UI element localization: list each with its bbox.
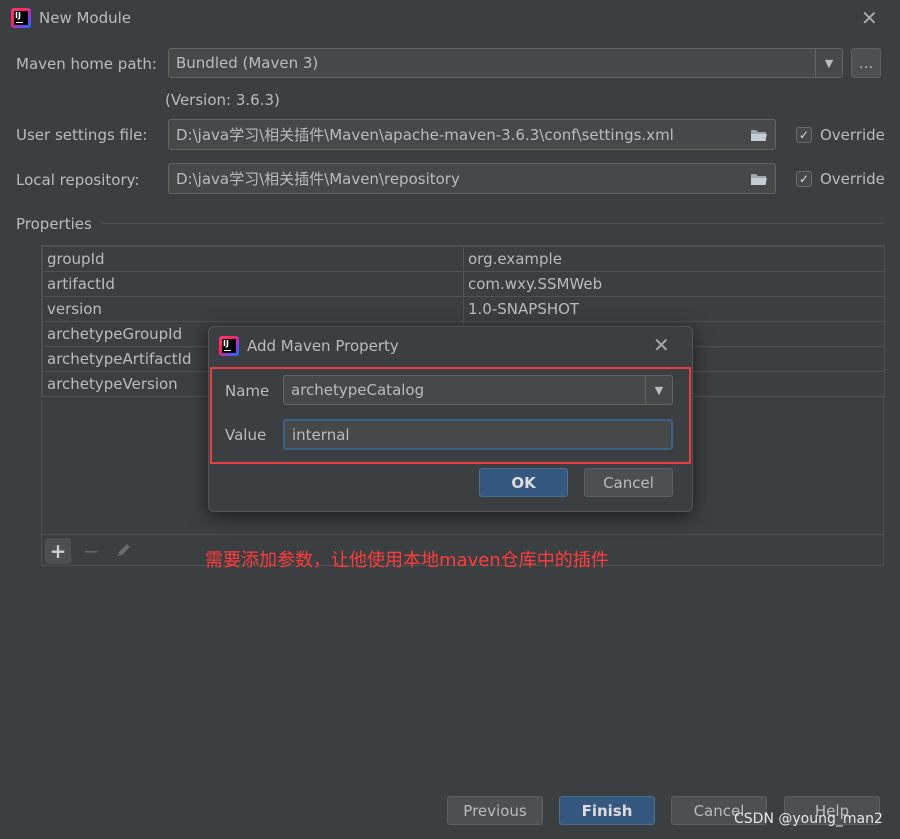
dialog-close-icon[interactable]: ✕ (653, 335, 670, 355)
user-settings-override-checkbox[interactable]: ✓ (796, 127, 812, 143)
folder-icon[interactable] (750, 128, 768, 142)
property-name-value: archetypeCatalog (291, 381, 425, 399)
table-row[interactable]: artifactId com.wxy.SSMWeb (42, 271, 885, 297)
local-repo-override-label: Override (820, 170, 885, 188)
intellij-logo-icon: IJ (219, 336, 239, 356)
local-repo-field[interactable]: D:\java学习\相关插件\Maven\repository (168, 163, 776, 194)
remove-property-button[interactable]: − (83, 541, 100, 561)
table-row[interactable]: version 1.0-SNAPSHOT (42, 296, 885, 322)
maven-home-path-combo[interactable]: Bundled (Maven 3) ▼ (168, 48, 843, 78)
ok-button[interactable]: OK (479, 468, 568, 497)
edit-pencil-icon[interactable] (115, 541, 133, 559)
user-settings-field[interactable]: D:\java学习\相关插件\Maven\apache-maven-3.6.3\… (168, 119, 776, 150)
annotation-note: 需要添加参数，让他使用本地maven仓库中的插件 (205, 550, 609, 571)
add-property-button[interactable]: + (45, 538, 71, 564)
property-key: artifactId (42, 271, 464, 297)
property-value: 1.0-SNAPSHOT (463, 296, 885, 322)
window-close-icon[interactable]: ✕ (861, 8, 878, 28)
property-value: com.wxy.SSMWeb (463, 271, 885, 297)
user-settings-label: User settings file: (16, 126, 148, 144)
folder-icon[interactable] (750, 172, 768, 186)
plus-icon: + (49, 539, 67, 563)
local-repo-label: Local repository: (16, 171, 140, 189)
property-key: version (42, 296, 464, 322)
property-value-input[interactable]: internal (283, 419, 673, 450)
property-name-combo[interactable]: archetypeCatalog ▼ (283, 375, 673, 405)
add-maven-property-dialog: IJ Add Maven Property ✕ Name archetypeCa… (208, 326, 693, 512)
property-value-label: Value (225, 426, 267, 444)
chevron-down-icon[interactable]: ▼ (815, 49, 842, 77)
watermark: CSDN @young_man2 (734, 811, 883, 827)
property-name-label: Name (225, 382, 270, 400)
property-value: org.example (463, 246, 885, 272)
user-settings-value: D:\java学习\相关插件\Maven\apache-maven-3.6.3\… (176, 126, 674, 144)
user-settings-override-label: Override (820, 126, 885, 144)
properties-section-label: Properties (16, 215, 92, 233)
maven-home-browse-button[interactable]: ... (851, 48, 881, 78)
dialog-title: Add Maven Property (247, 337, 399, 355)
property-key: groupId (42, 246, 464, 272)
properties-separator (102, 223, 884, 224)
previous-button[interactable]: Previous (447, 796, 543, 825)
chevron-down-icon[interactable]: ▼ (645, 376, 672, 404)
maven-version-text: (Version: 3.6.3) (165, 91, 280, 109)
local-repo-override-checkbox[interactable]: ✓ (796, 171, 812, 187)
local-repo-value: D:\java学习\相关插件\Maven\repository (176, 170, 460, 188)
intellij-logo-icon: IJ (11, 8, 31, 28)
finish-button[interactable]: Finish (559, 796, 655, 825)
table-row[interactable]: groupId org.example (42, 246, 885, 272)
window-title: New Module (39, 9, 132, 27)
property-value-text: internal (292, 425, 350, 444)
table-toolbar-separator (42, 534, 883, 535)
dialog-cancel-button[interactable]: Cancel (584, 468, 673, 497)
maven-home-path-value: Bundled (Maven 3) (176, 54, 319, 72)
maven-home-path-label: Maven home path: (16, 55, 157, 73)
